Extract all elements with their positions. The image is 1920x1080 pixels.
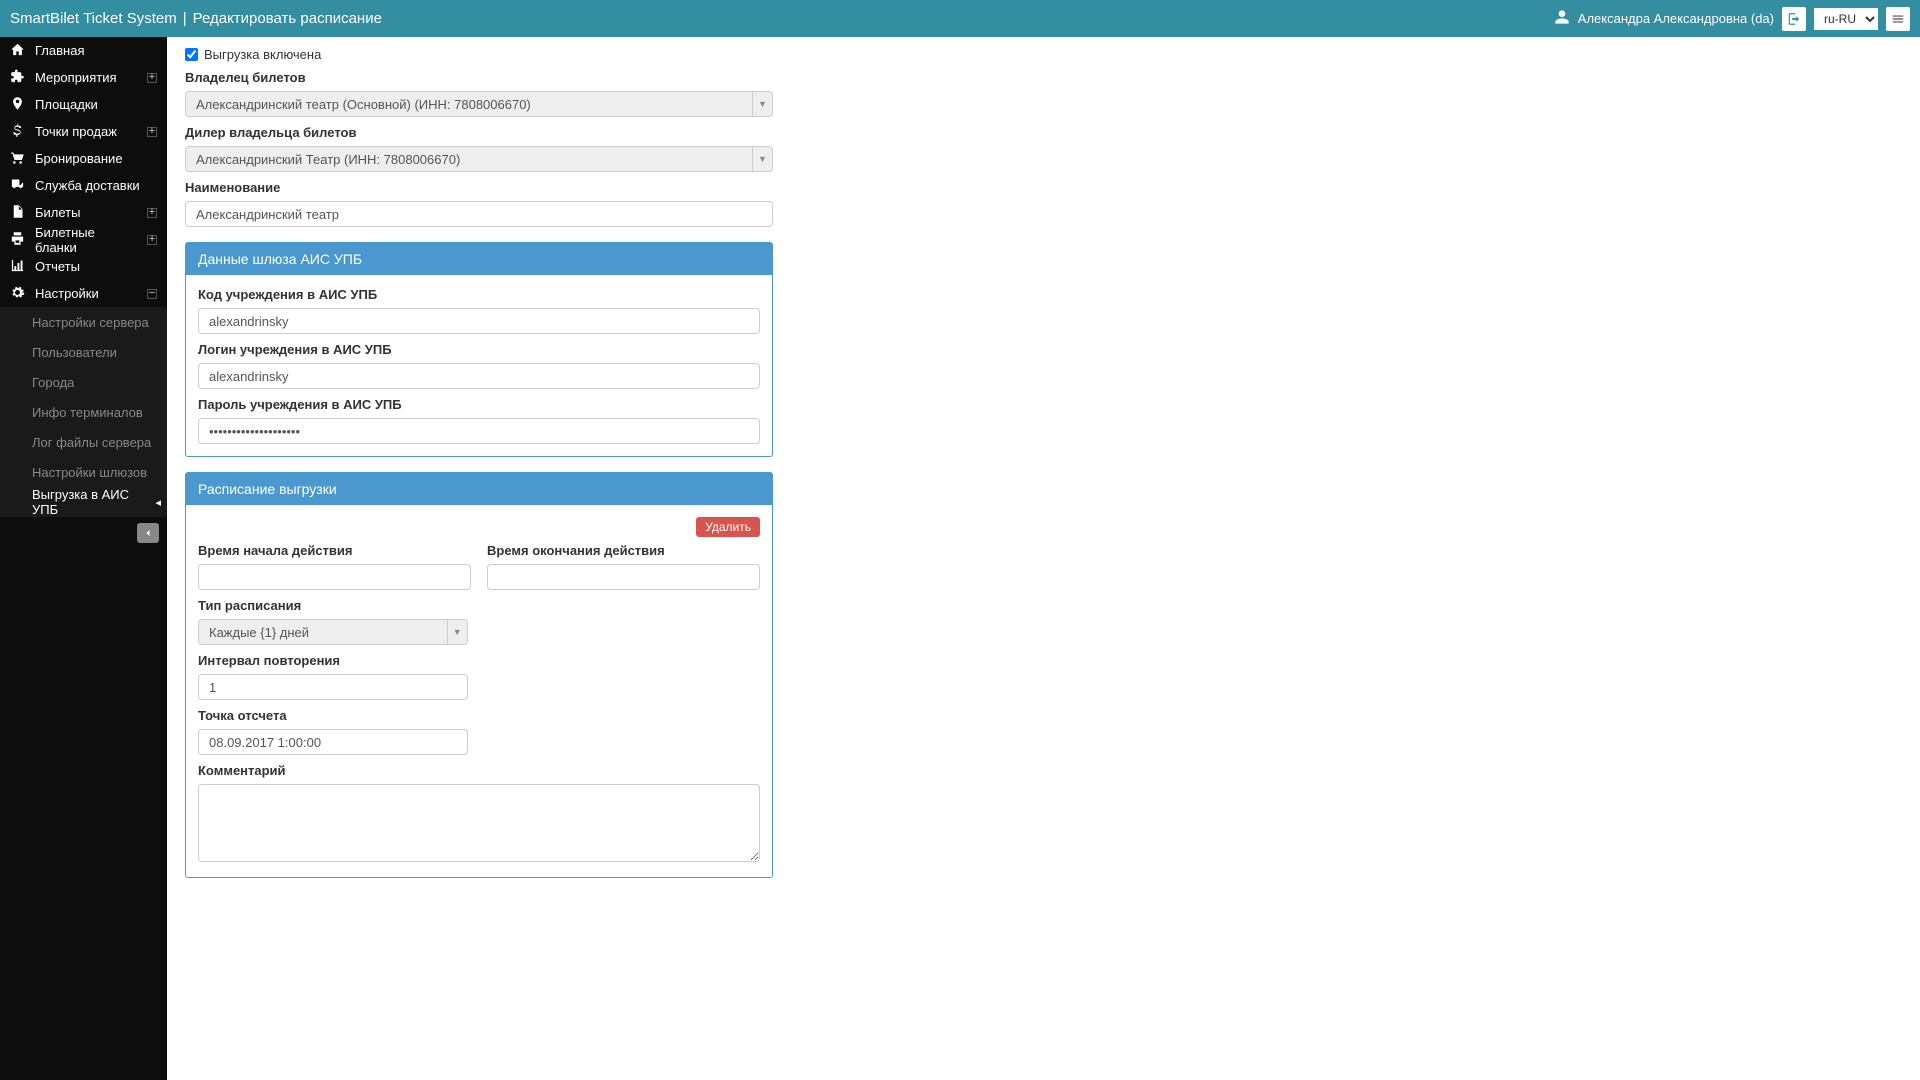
sidebar-subitem[interactable]: Лог файлы сервера	[0, 427, 167, 457]
sidebar-subitem[interactable]: Города	[0, 367, 167, 397]
collapse-icon: −	[147, 289, 157, 299]
expand-icon: +	[147, 235, 157, 245]
dealer-value: Александринский Театр (ИНН: 7808006670)	[196, 152, 460, 167]
export-enabled-label: Выгрузка включена	[204, 47, 321, 62]
logout-button[interactable]	[1782, 7, 1806, 31]
sidebar-item-label: Билетные бланки	[35, 225, 137, 255]
sidebar-item-file[interactable]: Билеты +	[0, 199, 167, 226]
chart-icon	[10, 258, 25, 276]
chevron-down-icon: ▼	[447, 620, 467, 644]
page-title: Редактировать расписание	[193, 10, 382, 27]
interval-input[interactable]	[198, 674, 468, 700]
owner-label: Владелец билетов	[185, 70, 773, 85]
schedule-panel: Расписание выгрузки Удалить Время начала…	[185, 472, 773, 878]
sidebar-item-label: Главная	[35, 43, 84, 58]
menu-button[interactable]	[1886, 7, 1910, 31]
sidebar-item-chart[interactable]: Отчеты	[0, 253, 167, 280]
dealer-select[interactable]: Александринский Театр (ИНН: 7808006670) …	[185, 146, 773, 172]
name-label: Наименование	[185, 180, 773, 195]
topbar-title-group: SmartBilet Ticket System | Редактировать…	[10, 10, 382, 27]
sidebar-subitem[interactable]: Инфо терминалов	[0, 397, 167, 427]
topbar-right: Александра Александровна (da) ru-RU	[1554, 7, 1910, 31]
sidebar-item-print[interactable]: Билетные бланки +	[0, 226, 167, 253]
gateway-panel: Данные шлюза АИС УПБ Код учреждения в АИ…	[185, 242, 773, 457]
sidebar-item-pin[interactable]: Площадки	[0, 91, 167, 118]
truck-icon	[10, 177, 25, 195]
sidebar-item-label: Отчеты	[35, 259, 80, 274]
user-icon	[1554, 9, 1570, 28]
file-icon	[10, 204, 25, 222]
expand-icon: +	[147, 73, 157, 83]
end-input[interactable]	[487, 564, 760, 590]
sidebar-item-dollar[interactable]: Точки продаж +	[0, 118, 167, 145]
sidebar-subitem[interactable]: Настройки шлюзов	[0, 457, 167, 487]
user-name: Александра Александровна (da)	[1578, 11, 1774, 26]
type-value: Каждые {1} дней	[209, 625, 309, 640]
title-divider: |	[183, 10, 187, 27]
sidebar-item-label: Площадки	[35, 97, 98, 112]
sidebar-collapse-button[interactable]	[137, 523, 159, 543]
sidebar-item-label: Бронирование	[35, 151, 123, 166]
type-label: Тип расписания	[198, 598, 760, 613]
sidebar-item-puzzle[interactable]: Мероприятия +	[0, 64, 167, 91]
gateway-panel-title: Данные шлюза АИС УПБ	[186, 243, 772, 275]
app-title: SmartBilet Ticket System	[10, 10, 177, 27]
start-label: Время начала действия	[198, 543, 471, 558]
name-input[interactable]	[185, 201, 773, 227]
print-icon	[10, 231, 25, 249]
comment-textarea[interactable]	[198, 784, 760, 862]
expand-icon: +	[147, 208, 157, 218]
chevron-down-icon: ▼	[752, 92, 772, 116]
export-enabled-checkbox[interactable]	[185, 48, 198, 61]
sidebar-subitem[interactable]: Выгрузка в АИС УПБ	[0, 487, 167, 517]
sidebar-subitem[interactable]: Настройки сервера	[0, 307, 167, 337]
login-input[interactable]	[198, 363, 760, 389]
type-select[interactable]: Каждые {1} дней ▼	[198, 619, 468, 645]
end-label: Время окончания действия	[487, 543, 760, 558]
sidebar-item-label: Билеты	[35, 205, 80, 220]
password-label: Пароль учреждения в АИС УПБ	[198, 397, 760, 412]
topbar: SmartBilet Ticket System | Редактировать…	[0, 0, 1920, 37]
login-label: Логин учреждения в АИС УПБ	[198, 342, 760, 357]
cart-icon	[10, 150, 25, 168]
sidebar-item-label: Служба доставки	[35, 178, 140, 193]
locale-select[interactable]: ru-RU	[1814, 8, 1878, 30]
sidebar-item-truck[interactable]: Служба доставки	[0, 172, 167, 199]
sidebar-item-label: Мероприятия	[35, 70, 117, 85]
chevron-down-icon: ▼	[752, 147, 772, 171]
password-input[interactable]	[198, 418, 760, 444]
interval-label: Интервал повторения	[198, 653, 760, 668]
sidebar-subitem[interactable]: Пользователи	[0, 337, 167, 367]
code-label: Код учреждения в АИС УПБ	[198, 287, 760, 302]
sidebar-item-cart[interactable]: Бронирование	[0, 145, 167, 172]
dealer-label: Дилер владельца билетов	[185, 125, 773, 140]
dollar-icon	[10, 123, 25, 141]
sidebar: Главная Мероприятия + Площадки Точки продаж +…	[0, 37, 167, 1080]
reference-input[interactable]	[198, 729, 468, 755]
sidebar-item-gears[interactable]: Настройки −	[0, 280, 167, 307]
home-icon	[10, 42, 25, 60]
sidebar-item-label: Настройки	[35, 286, 99, 301]
gears-icon	[10, 285, 25, 303]
expand-icon: +	[147, 127, 157, 137]
reference-label: Точка отсчета	[198, 708, 760, 723]
owner-value: Александринский театр (Основной) (ИНН: 7…	[196, 97, 531, 112]
main-content: Выгрузка включена Владелец билетов Алекс…	[167, 37, 1920, 1080]
code-input[interactable]	[198, 308, 760, 334]
comment-label: Комментарий	[198, 763, 760, 778]
owner-select[interactable]: Александринский театр (Основной) (ИНН: 7…	[185, 91, 773, 117]
delete-button[interactable]: Удалить	[696, 517, 760, 537]
pin-icon	[10, 96, 25, 114]
puzzle-icon	[10, 69, 25, 87]
schedule-panel-title: Расписание выгрузки	[186, 473, 772, 505]
sidebar-item-home[interactable]: Главная	[0, 37, 167, 64]
start-input[interactable]	[198, 564, 471, 590]
sidebar-item-label: Точки продаж	[35, 124, 117, 139]
